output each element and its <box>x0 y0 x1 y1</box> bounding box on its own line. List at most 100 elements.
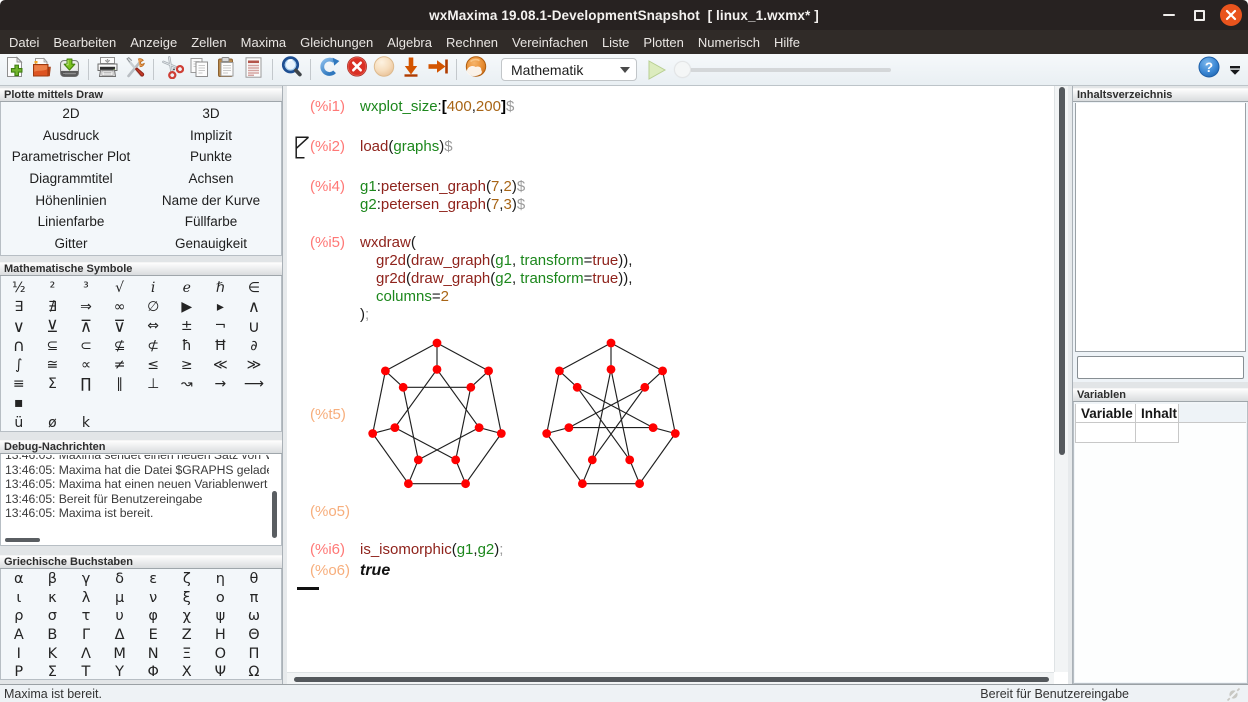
symbol-button[interactable]: ▸ <box>204 297 238 316</box>
symbol-button[interactable]: ⊽ <box>103 317 137 336</box>
greek-letter-button[interactable]: Φ <box>136 663 170 680</box>
symbol-button[interactable]: ▶ <box>170 297 204 316</box>
toolbar-overflow-button[interactable] <box>1230 66 1240 75</box>
symbol-button[interactable]: ⊼ <box>69 317 103 336</box>
greek-letter-button[interactable]: Γ <box>69 626 103 645</box>
worksheet-cell-i2[interactable]: (%i2)load(graphs)$ <box>287 138 1054 156</box>
greek-letter-button[interactable]: ι <box>2 589 36 608</box>
maximize-button[interactable] <box>1189 5 1210 26</box>
symbol-button[interactable]: ≠ <box>103 355 137 374</box>
greek-letter-button[interactable]: Δ <box>103 626 137 645</box>
interrupt-button[interactable] <box>344 57 370 83</box>
scrollbar-thumb[interactable] <box>1059 87 1065 455</box>
open-button[interactable] <box>30 57 56 83</box>
symbol-button[interactable]: ∏ <box>69 374 103 393</box>
draw-button-ausdruck[interactable]: Ausdruck <box>1 125 141 147</box>
greek-letter-button[interactable]: β <box>36 570 70 589</box>
cell-input-code[interactable]: wxplot_size:[400,200]$ <box>360 98 514 116</box>
worksheet-cell-i4[interactable]: (%i4)g1:petersen_graph(7,2)$g2:petersen_… <box>287 178 1054 214</box>
worksheet-cell-[interactable]: (%t5) <box>287 337 1054 492</box>
symbol-button[interactable]: ³ <box>69 278 103 297</box>
menu-hilfe[interactable]: Hilfe <box>767 30 807 54</box>
symbol-button[interactable]: ≪ <box>204 355 238 374</box>
symbol-button[interactable]: ø <box>36 413 70 432</box>
symbol-button[interactable]: ≫ <box>237 355 271 374</box>
symbol-button[interactable]: ⊈ <box>103 336 137 355</box>
greek-letter-button[interactable]: ν <box>136 589 170 608</box>
maxima-ball-button[interactable] <box>463 57 489 83</box>
find-button[interactable] <box>279 57 305 83</box>
menu-maxima[interactable]: Maxima <box>234 30 294 54</box>
draw-button-implizit[interactable]: Implizit <box>141 125 281 147</box>
greek-letter-button[interactable]: Ξ <box>170 644 204 663</box>
greek-letter-button[interactable]: Θ <box>237 626 271 645</box>
symbol-button[interactable]: ½ <box>2 278 36 297</box>
greek-letter-button[interactable]: Η <box>204 626 238 645</box>
symbol-button[interactable]: ≡ <box>2 374 36 393</box>
follow-evaluation-button[interactable] <box>371 57 397 83</box>
worksheet[interactable]: (%i1)wxplot_size:[400,200]$ (%i2)load(gra… <box>287 86 1054 672</box>
symbol-button[interactable]: ↝ <box>170 374 204 393</box>
symbol-button[interactable]: ħ <box>170 336 204 355</box>
cell-input-code[interactable]: load(graphs)$ <box>360 138 453 156</box>
worksheet-cell-o5[interactable]: (%o5) <box>287 503 1054 521</box>
variable-name-cell[interactable] <box>1075 423 1136 443</box>
symbols-pane-caption[interactable]: Mathematische Symbole <box>0 262 282 276</box>
greek-letter-button[interactable]: ω <box>237 607 271 626</box>
greek-letter-button[interactable]: Ω <box>237 663 271 680</box>
plot-image[interactable] <box>337 337 681 492</box>
preferences-button[interactable] <box>122 57 148 83</box>
menu-datei[interactable]: Datei <box>2 30 46 54</box>
draw-button-parametrischer-plot[interactable]: Parametrischer Plot <box>1 146 141 168</box>
greek-letter-button[interactable]: Τ <box>69 663 103 680</box>
symbol-button[interactable]: ∪ <box>237 317 271 336</box>
cell-input-code[interactable]: is_isomorphic(g1,g2); <box>360 541 503 559</box>
greek-letter-button[interactable]: Ν <box>136 644 170 663</box>
greek-letter-button[interactable]: π <box>237 589 271 608</box>
print-button[interactable] <box>95 57 121 83</box>
titlebar[interactable]: wxMaxima 19.08.1-DevelopmentSnapshot [ l… <box>0 0 1248 30</box>
symbol-button[interactable]: ± <box>170 317 204 336</box>
greek-letter-button[interactable]: Ρ <box>2 663 36 680</box>
worksheet-cell-i5[interactable]: (%i5)wxdraw(gr2d(draw_graph(g1, transfor… <box>287 234 1054 324</box>
greek-letter-button[interactable]: Π <box>237 644 271 663</box>
new-document-button[interactable] <box>3 57 29 83</box>
greek-letter-button[interactable]: ζ <box>170 570 204 589</box>
greek-letter-button[interactable]: χ <box>170 607 204 626</box>
symbol-button[interactable]: √ <box>103 278 137 297</box>
greek-letter-button[interactable]: Σ <box>36 663 70 680</box>
greek-letter-button[interactable]: γ <box>69 570 103 589</box>
symbol-button[interactable]: k <box>69 413 103 432</box>
greek-letter-button[interactable]: Υ <box>103 663 137 680</box>
cell-input-code[interactable]: wxdraw(gr2d(draw_graph(g1, transform=tru… <box>360 234 632 324</box>
symbol-button[interactable]: ℏ <box>204 278 238 297</box>
greek-letter-button[interactable]: δ <box>103 570 137 589</box>
symbol-button[interactable]: ∥ <box>103 374 137 393</box>
worksheet-cell-i1[interactable]: (%i1)wxplot_size:[400,200]$ <box>287 98 1054 116</box>
cut-button[interactable] <box>160 57 186 83</box>
menu-numerisch[interactable]: Numerisch <box>691 30 767 54</box>
symbol-button[interactable]: ∂ <box>237 336 271 355</box>
greek-letter-button[interactable]: Μ <box>103 644 137 663</box>
paste-button[interactable] <box>214 57 240 83</box>
animation-play-button[interactable] <box>645 58 669 82</box>
greek-letter-button[interactable]: Ψ <box>204 663 238 680</box>
symbol-button[interactable]: ⊥ <box>136 374 170 393</box>
draw-button-name-der-kurve[interactable]: Name der Kurve <box>141 189 281 211</box>
symbol-button[interactable]: ⊄ <box>136 336 170 355</box>
symbol-button[interactable]: ≅ <box>36 355 70 374</box>
debug-pane-caption[interactable]: Debug-Nachrichten <box>0 440 282 454</box>
greek-letter-button[interactable]: Ζ <box>170 626 204 645</box>
draw-button-f-llfarbe[interactable]: Füllfarbe <box>141 211 281 233</box>
scrollbar-thumb[interactable] <box>272 491 277 538</box>
symbol-button[interactable]: ² <box>36 278 70 297</box>
greek-letter-button[interactable]: υ <box>103 607 137 626</box>
menu-bearbeiten[interactable]: Bearbeiten <box>46 30 123 54</box>
draw-pane-caption[interactable]: Plotte mittels Draw <box>0 88 282 102</box>
greek-letter-button[interactable]: Α <box>2 626 36 645</box>
minimize-button[interactable] <box>1158 5 1179 26</box>
help-button[interactable]: ? <box>1196 57 1222 83</box>
greek-letter-button[interactable]: Ο <box>204 644 238 663</box>
draw-button-h-henlinien[interactable]: Höhenlinien <box>1 189 141 211</box>
symbol-button[interactable]: ü <box>2 413 36 432</box>
